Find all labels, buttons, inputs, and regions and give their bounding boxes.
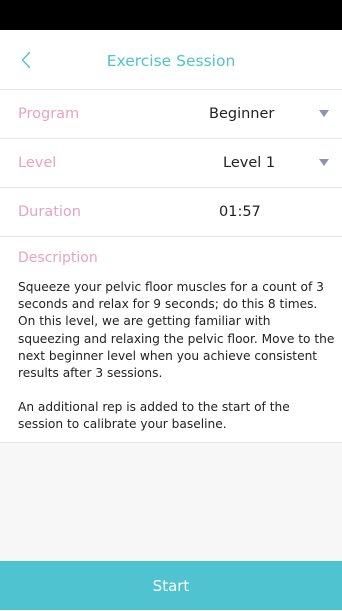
duration-label: Duration (18, 204, 81, 220)
triangle-down-icon[interactable] (319, 159, 329, 166)
program-label: Program (18, 106, 80, 122)
program-row[interactable]: Program Beginner (0, 90, 342, 139)
triangle-down-icon[interactable] (319, 110, 329, 117)
level-value[interactable]: Level 1 (223, 139, 275, 188)
back-button[interactable] (12, 44, 40, 76)
level-row[interactable]: Level Level 1 (0, 139, 342, 188)
duration-row: Duration 01:57 (0, 188, 342, 237)
description-section: Description Squeeze your pelvic floor mu… (0, 236, 342, 443)
duration-value: 01:57 (219, 204, 261, 220)
description-label: Description (18, 250, 98, 266)
page-title: Exercise Session (106, 52, 236, 70)
level-label: Level (18, 155, 57, 171)
description-paragraph: Squeeze your pelvic floor muscles for a … (18, 280, 335, 381)
empty-content-area (0, 443, 342, 561)
description-text: Squeeze your pelvic floor muscles for a … (18, 279, 336, 451)
status-bar (0, 0, 342, 30)
program-value[interactable]: Beginner (209, 90, 274, 139)
description-paragraph: An additional rep is added to the start … (18, 400, 290, 432)
nav-bar: Exercise Session (0, 30, 342, 90)
chevron-left-icon (21, 51, 31, 69)
start-button[interactable]: Start (0, 561, 342, 610)
